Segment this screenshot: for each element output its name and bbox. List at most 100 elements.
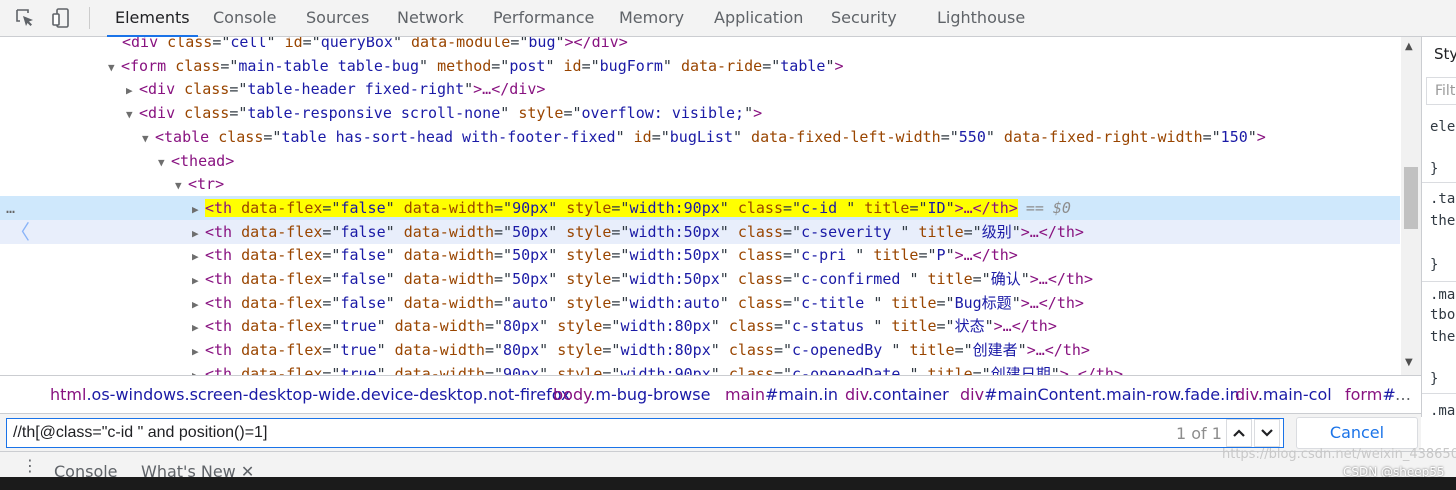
attr-value: c-status	[792, 317, 874, 336]
dom-node-row[interactable]: ▶ <div class="table-header fixed-right">……	[0, 77, 1400, 101]
attr-value: c-confirmed	[801, 270, 910, 288]
dom-node-selected[interactable]: … ▶ <th data-flex="false" data-width="90px…	[0, 195, 1400, 222]
attr-value: 确认	[990, 270, 1021, 288]
dom-node-row[interactable]: ▼ <thead>	[0, 149, 1400, 173]
dom-node-row[interactable]: ▶ <th data-flex="true" data-width="80px" …	[0, 338, 1400, 362]
dom-node-row[interactable]: ▼ <table class="table has-sort-head with-…	[0, 125, 1400, 149]
dom-node-row[interactable]: <div class="cell" id="queryBox" data-mod…	[0, 37, 1400, 54]
breadcrumb-item[interactable]: html.os-windows.screen-desktop-wide.devi…	[50, 385, 571, 404]
tab-memory[interactable]: Memory	[619, 0, 684, 36]
breadcrumb-item[interactable]: form#	[1345, 385, 1396, 404]
tab-performance[interactable]: Performance	[493, 0, 594, 36]
dom-search-input[interactable]: //th[@class="c-id " and position()=1]	[6, 418, 1284, 448]
collapse-triangle-icon[interactable]: ▼	[142, 127, 155, 151]
attr-value: bugList	[669, 127, 733, 146]
attr-name: title	[873, 246, 919, 265]
style-rule-fragment: the	[1430, 213, 1456, 229]
tag-open-bracket: <	[205, 317, 215, 336]
expand-triangle-icon[interactable]: ▶	[192, 340, 205, 364]
collapse-triangle-icon[interactable]: ▼	[175, 174, 188, 198]
tab-lighthouse[interactable]: Lighthouse	[937, 0, 1025, 36]
scrollbar-thumb[interactable]	[1404, 167, 1418, 229]
dom-node-row[interactable]: ▶ <th data-flex="false" data-width="auto"…	[0, 291, 1400, 315]
expand-triangle-icon[interactable]: ▶	[192, 364, 205, 375]
breadcrumb-tag: html	[50, 385, 87, 404]
tab-console[interactable]: Console	[213, 0, 277, 36]
search-previous-button[interactable]	[1226, 419, 1252, 447]
expand-triangle-icon[interactable]: ▶	[126, 79, 139, 103]
expand-triangle-icon[interactable]: ▶	[192, 245, 205, 269]
collapse-triangle-icon[interactable]: ▼	[108, 56, 121, 80]
tag-close: >	[225, 151, 235, 170]
breadcrumb-item[interactable]: div.container	[845, 385, 949, 404]
breadcrumb-item[interactable]: div#mainContent.main-row.fade.in	[960, 385, 1240, 404]
expand-triangle-icon[interactable]: ▶	[192, 316, 205, 340]
tab-elements[interactable]: Elements	[107, 0, 198, 37]
drawer-tab-console[interactable]: Console	[54, 462, 118, 477]
tag-name: th	[214, 222, 233, 241]
breadcrumb-item[interactable]: div.main-col	[1235, 385, 1332, 404]
scroll-up-arrow-icon[interactable]: ▲	[1405, 41, 1413, 52]
attr-value: cell	[230, 37, 267, 51]
scroll-down-arrow-icon[interactable]: ▼	[1405, 357, 1413, 368]
breadcrumb-item[interactable]: body.m-bug-browse	[553, 385, 710, 404]
dom-node-row[interactable]: ▼ <form class="main-table table-bug" meth…	[0, 54, 1400, 78]
attr-value: overflow: visible;	[581, 104, 745, 123]
collapse-triangle-icon[interactable]: ▼	[126, 103, 139, 127]
attr-name: style	[566, 293, 612, 312]
attr-name: style	[557, 317, 603, 336]
dom-node-row[interactable]: ▼ <tr>	[0, 172, 1400, 196]
breadcrumb-more-button[interactable]: …	[1395, 385, 1411, 404]
tag-close: >	[215, 175, 225, 194]
attr-name: data-flex	[241, 317, 323, 336]
device-toolbar-icon[interactable]	[48, 6, 74, 30]
expand-triangle-icon[interactable]: ▶	[192, 269, 205, 293]
tag-open-bracket: <	[205, 198, 215, 217]
dom-node-row[interactable]: ▶ <th data-flex="true" data-width="80px" …	[0, 314, 1400, 338]
attr-value: c-severity	[801, 222, 901, 241]
search-cancel-button[interactable]: Cancel	[1296, 417, 1418, 449]
attr-name: class	[737, 293, 783, 312]
tab-network[interactable]: Network	[397, 0, 464, 36]
expand-triangle-icon[interactable]: ▶	[192, 222, 205, 246]
attr-name: title	[909, 341, 955, 360]
attr-value: 创建者	[972, 341, 1018, 360]
expand-triangle-icon[interactable]: ▶	[192, 198, 205, 222]
dom-node-row[interactable]: 〈 ▶ <th data-flex="false" data-width="50px…	[0, 219, 1400, 246]
tag-name: th	[214, 270, 233, 288]
styles-filter-input[interactable]: Filt	[1426, 77, 1456, 105]
drawer-tab-whats-new[interactable]: What's New ✕	[141, 462, 254, 477]
dom-node-row[interactable]: ▶ <th data-flex="false" data-width="50px"…	[0, 267, 1400, 291]
attr-value: 状态	[954, 317, 985, 336]
dom-node-row[interactable]: ▼ <div class="table-responsive scroll-non…	[0, 101, 1400, 125]
inspect-element-icon[interactable]	[12, 6, 38, 30]
dom-tree-scrollbar[interactable]: ▲ ▼	[1401, 37, 1421, 375]
collapse-triangle-icon[interactable]: ▼	[158, 151, 171, 175]
search-next-button[interactable]	[1254, 419, 1280, 447]
drawer-menu-icon[interactable]: ⋮	[22, 456, 38, 475]
tag-name: th	[214, 293, 233, 312]
styles-tab[interactable]: Sty	[1434, 45, 1456, 63]
attr-name: class	[218, 127, 264, 146]
elements-dom-tree[interactable]: <div class="cell" id="queryBox" data-mod…	[0, 37, 1421, 375]
dom-node-row[interactable]: ▶ <th data-flex="false" data-width="50px"…	[0, 243, 1400, 267]
tag-name: th	[214, 317, 233, 336]
tag-name: table	[164, 127, 210, 146]
row-more-icon[interactable]: …	[6, 196, 15, 220]
attr-value: 50px	[512, 222, 549, 241]
attr-value: width:50px	[629, 222, 720, 241]
dom-node-row[interactable]: ▶<th data-flex="true" data-width="90px" …	[0, 362, 1400, 375]
tag-name: tr	[197, 175, 216, 194]
tab-sources[interactable]: Sources	[306, 0, 369, 36]
tag-name: th	[214, 246, 233, 265]
expand-triangle-icon[interactable]: ▶	[192, 293, 205, 317]
tab-application[interactable]: Application	[714, 0, 803, 36]
attr-name: class	[184, 104, 230, 123]
attr-value: main-table table-bug	[238, 56, 420, 75]
tab-security[interactable]: Security	[831, 0, 897, 36]
tag-close: >…</th>	[1026, 341, 1090, 360]
tag-open-bracket: <	[122, 37, 132, 51]
tag-open-bracket: <	[139, 104, 149, 123]
breadcrumb-item[interactable]: main#main.in	[725, 385, 838, 404]
attr-name: class	[737, 198, 783, 217]
